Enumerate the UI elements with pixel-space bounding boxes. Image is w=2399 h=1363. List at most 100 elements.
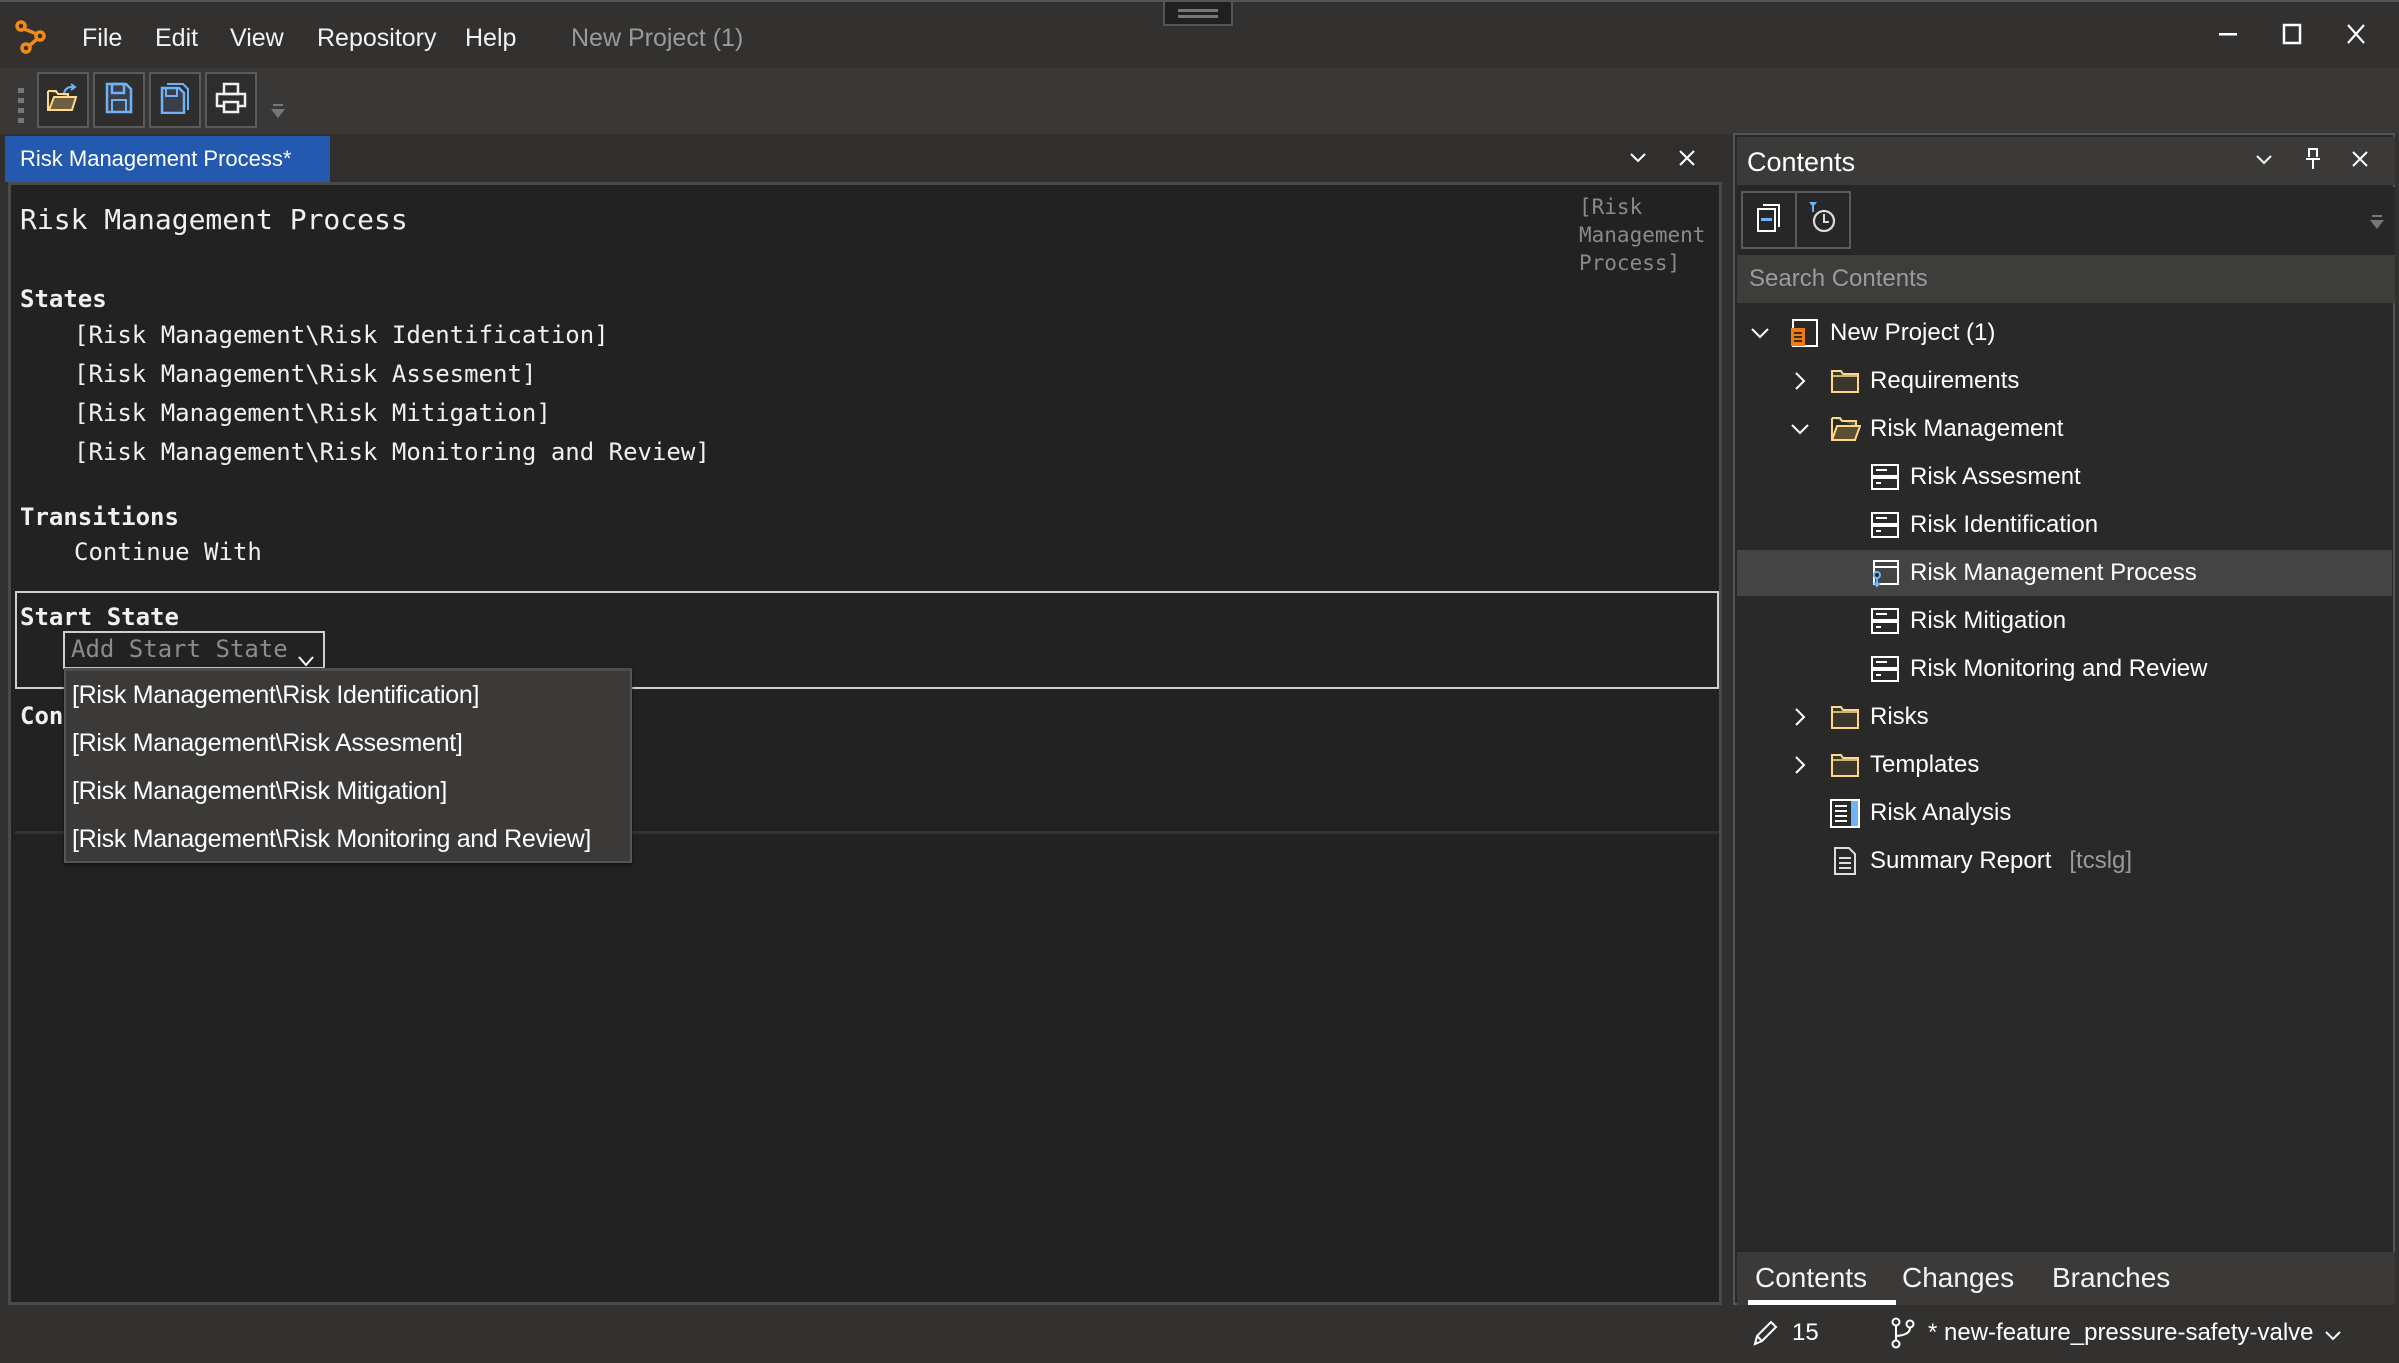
tree-item[interactable]: Summary Report [tcslg] bbox=[1737, 838, 2392, 884]
tab-contents[interactable]: Contents bbox=[1755, 1262, 1867, 1294]
chevron-right-icon[interactable] bbox=[1789, 370, 1811, 392]
window-document-title: New Project (1) bbox=[571, 24, 744, 52]
dropdown-option[interactable]: [Risk Management\Risk Assesment] bbox=[72, 729, 463, 758]
tab-changes[interactable]: Changes bbox=[1902, 1262, 2014, 1294]
save-button[interactable] bbox=[93, 72, 145, 128]
panel-toolbar-overflow-icon[interactable] bbox=[2369, 215, 2385, 236]
add-start-state-placeholder: Add Start State bbox=[71, 635, 288, 663]
folder-icon bbox=[1829, 366, 1861, 396]
tree-item[interactable]: Requirements bbox=[1737, 358, 2392, 404]
print-icon bbox=[215, 82, 247, 119]
save-all-icon bbox=[159, 82, 191, 119]
process-icon bbox=[1869, 558, 1901, 588]
pencil-icon bbox=[1752, 1319, 1778, 1352]
tab-list-dropdown-icon[interactable] bbox=[1624, 144, 1652, 172]
tree-item[interactable]: Risk Assesment bbox=[1737, 454, 2392, 500]
minimize-button[interactable] bbox=[2205, 16, 2251, 56]
state-item[interactable]: [Risk Management\Risk Identification] bbox=[74, 321, 609, 349]
app-logo-icon bbox=[14, 20, 48, 59]
title-bar: File Edit View Repository Help New Proje… bbox=[0, 0, 2399, 68]
collapse-all-button[interactable] bbox=[1741, 191, 1797, 249]
branch-selector[interactable]: * new-feature_pressure-safety-valve bbox=[1928, 1305, 2348, 1363]
toolbar-overflow-icon[interactable] bbox=[270, 104, 286, 120]
chevron-down-icon[interactable] bbox=[1789, 418, 1811, 440]
tree-item[interactable]: Risks bbox=[1737, 694, 2392, 740]
branch-name: * new-feature_pressure-safety-valve bbox=[1928, 1319, 2314, 1346]
tree-item[interactable]: Templates bbox=[1737, 742, 2392, 788]
state-item[interactable]: [Risk Management\Risk Assesment] bbox=[74, 360, 536, 388]
state-icon bbox=[1869, 606, 1901, 636]
add-start-state-dropdown[interactable]: Add Start State bbox=[63, 631, 325, 669]
tab-branches[interactable]: Branches bbox=[2052, 1262, 2170, 1294]
dropdown-option[interactable]: [Risk Management\Risk Monitoring and Rev… bbox=[72, 825, 591, 854]
window-drag-handle[interactable] bbox=[1163, 2, 1233, 26]
close-panel-icon[interactable] bbox=[2351, 150, 2369, 173]
tree-item-label: Risk Monitoring and Review bbox=[1910, 655, 2208, 682]
main-toolbar bbox=[0, 68, 2399, 134]
process-reference: [Risk Management Process] bbox=[1579, 195, 1706, 275]
state-item[interactable]: [Risk Management\Risk Mitigation] bbox=[74, 399, 551, 427]
tree-item-label: Summary Report [tcslg] bbox=[1870, 847, 2133, 874]
toolbar-grip[interactable] bbox=[18, 88, 24, 128]
project-icon bbox=[1789, 318, 1821, 348]
chevron-down-icon[interactable] bbox=[1749, 322, 1771, 344]
process-title: Risk Management Process bbox=[20, 203, 408, 236]
collapse-all-icon bbox=[1755, 203, 1783, 238]
contents-panel-toolbar bbox=[1737, 187, 2395, 255]
contents-panel-header: Contents bbox=[1737, 137, 2395, 185]
status-bar: 15 * new-feature_pressure-safety-valve bbox=[0, 1305, 2399, 1363]
tree-item-label: Risk Mitigation bbox=[1910, 607, 2067, 634]
tab-risk-management-process[interactable]: Risk Management Process* bbox=[5, 136, 330, 182]
menu-edit[interactable]: Edit bbox=[155, 24, 198, 53]
tree-item[interactable]: Risk Management Process bbox=[1737, 550, 2392, 596]
open-button[interactable] bbox=[37, 72, 89, 128]
folder-icon bbox=[1829, 702, 1861, 732]
open-folder-icon bbox=[46, 82, 80, 118]
tree-item-label: Risk Analysis bbox=[1870, 799, 2012, 826]
tree-item-label: New Project (1) bbox=[1830, 319, 1996, 346]
tree-item-label: Risk Identification bbox=[1910, 511, 2099, 538]
tree-item-label: Risks bbox=[1870, 703, 1929, 730]
tree-item-label: Risk Assesment bbox=[1910, 463, 2081, 490]
menu-file[interactable]: File bbox=[82, 24, 122, 53]
folder-icon bbox=[1829, 750, 1861, 780]
tree-item-tag: [tcslg] bbox=[2069, 847, 2133, 874]
pin-icon[interactable] bbox=[2304, 147, 2322, 176]
table-view-icon bbox=[1829, 798, 1861, 828]
close-window-button[interactable] bbox=[2333, 16, 2379, 56]
menu-repository[interactable]: Repository bbox=[317, 24, 437, 53]
transition-item[interactable]: Continue With bbox=[74, 538, 262, 566]
tree-item-label: Requirements bbox=[1870, 367, 2020, 394]
tree-item[interactable]: Risk Monitoring and Review bbox=[1737, 646, 2392, 692]
tree-item[interactable]: Risk Identification bbox=[1737, 502, 2392, 548]
tree-item[interactable]: Risk Mitigation bbox=[1737, 598, 2392, 644]
history-filter-icon bbox=[1808, 201, 1838, 240]
tree-item[interactable]: Risk Management bbox=[1737, 406, 2392, 452]
chevron-right-icon[interactable] bbox=[1789, 706, 1811, 728]
transitions-heading: Transitions bbox=[20, 503, 179, 531]
tree-item[interactable]: Risk Analysis bbox=[1737, 790, 2392, 836]
start-state-heading: Start State bbox=[20, 603, 179, 631]
folder-open-icon bbox=[1829, 414, 1862, 444]
document-tab-strip: Risk Management Process* bbox=[0, 134, 1728, 182]
tree-item[interactable]: New Project (1) bbox=[1737, 310, 2392, 356]
close-icon bbox=[2345, 23, 2367, 50]
branch-icon bbox=[1890, 1317, 1916, 1354]
state-item[interactable]: [Risk Management\Risk Monitoring and Rev… bbox=[74, 438, 710, 466]
menu-view[interactable]: View bbox=[230, 24, 284, 53]
start-state-options-popup: [Risk Management\Risk Identification] [R… bbox=[64, 668, 632, 863]
contents-panel-title: Contents bbox=[1747, 147, 1856, 177]
maximize-button[interactable] bbox=[2269, 16, 2315, 56]
close-tab-icon[interactable] bbox=[1673, 144, 1701, 172]
panel-options-chevron-icon[interactable] bbox=[2255, 153, 2273, 171]
print-button[interactable] bbox=[205, 72, 257, 128]
save-all-button[interactable] bbox=[149, 72, 201, 128]
chevron-right-icon[interactable] bbox=[1789, 754, 1811, 776]
history-filter-button[interactable] bbox=[1795, 191, 1851, 249]
dropdown-option[interactable]: [Risk Management\Risk Mitigation] bbox=[72, 777, 447, 806]
dropdown-option[interactable]: [Risk Management\Risk Identification] bbox=[72, 681, 479, 710]
menu-help[interactable]: Help bbox=[465, 24, 516, 53]
search-contents-input[interactable] bbox=[1737, 255, 2395, 303]
contents-panel-frame: Contents Search Contents New Project (1)… bbox=[1733, 133, 2395, 1305]
section-heading-partial: Con bbox=[20, 702, 64, 730]
